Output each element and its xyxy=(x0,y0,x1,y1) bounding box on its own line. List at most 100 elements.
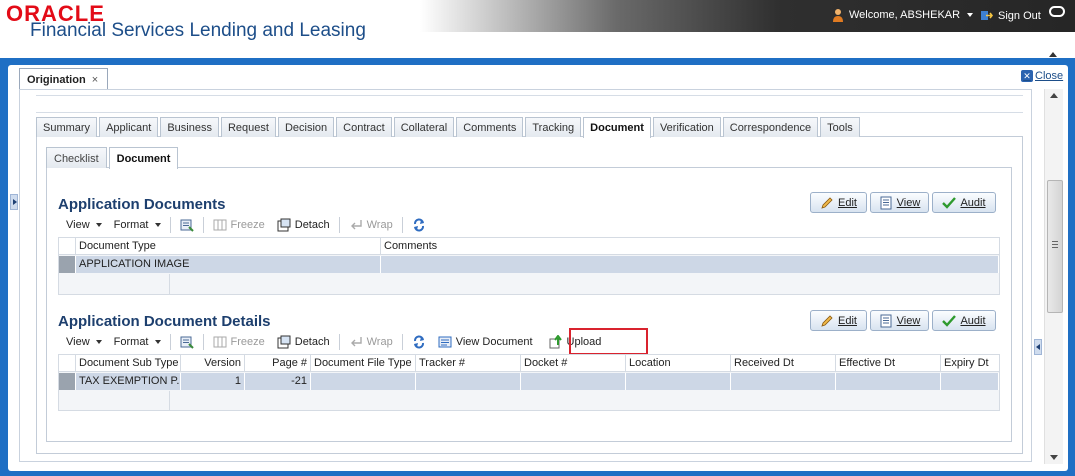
audit-label: Audit xyxy=(960,196,986,209)
frame-scroll-up-icon[interactable] xyxy=(1049,52,1057,57)
sign-out-link[interactable]: Sign Out xyxy=(980,9,1041,22)
header-selector xyxy=(59,355,76,371)
tab-correspondence[interactable]: Correspondence xyxy=(722,117,819,137)
query-by-example-button[interactable] xyxy=(174,335,200,349)
cell-expiry-dt xyxy=(941,373,999,390)
cell-document-file-type xyxy=(311,373,416,390)
cell-received-dt xyxy=(731,373,836,390)
tab-close-icon[interactable]: × xyxy=(92,74,98,86)
audit-button[interactable]: Audit xyxy=(932,192,996,213)
cell-location xyxy=(626,373,731,390)
row-selector[interactable] xyxy=(59,373,76,390)
toolbar-separator xyxy=(202,217,204,233)
tab-summary[interactable]: Summary xyxy=(36,117,98,137)
format-menu[interactable]: Format xyxy=(108,219,167,231)
chevron-down-icon xyxy=(154,340,161,344)
column-header[interactable]: Docket # xyxy=(521,355,626,372)
table-header: Document Sub Type Version Page # Documen… xyxy=(59,355,999,372)
tab-decision[interactable]: Decision xyxy=(277,117,335,137)
close-label: Close xyxy=(1035,70,1064,82)
chat-icon[interactable] xyxy=(1049,6,1065,17)
row-selector[interactable] xyxy=(59,256,76,273)
view-menu[interactable]: View xyxy=(60,336,108,348)
edit-button[interactable]: Edit xyxy=(810,310,867,331)
upload-highlight-box xyxy=(569,328,648,355)
view-button[interactable]: View xyxy=(870,310,929,331)
freeze-icon xyxy=(213,219,226,231)
tab-origination[interactable]: Origination × xyxy=(19,68,108,90)
document-view-icon xyxy=(880,314,892,327)
edit-label: Edit xyxy=(838,314,857,327)
table-row[interactable]: APPLICATION IMAGE xyxy=(59,256,999,273)
scroll-up-icon[interactable] xyxy=(1050,93,1058,98)
column-header[interactable]: Received Dt xyxy=(731,355,836,372)
freeze-button[interactable]: Freeze xyxy=(207,218,271,232)
tab-contract[interactable]: Contract xyxy=(336,117,392,137)
cell-docket xyxy=(521,373,626,390)
refresh-button[interactable] xyxy=(406,335,432,349)
edit-button[interactable]: Edit xyxy=(810,192,867,213)
user-icon xyxy=(833,9,843,22)
close-button[interactable]: ✕ Close xyxy=(1021,70,1063,82)
column-header[interactable]: Effective Dt xyxy=(836,355,941,372)
subtab-checklist[interactable]: Checklist xyxy=(46,147,107,168)
right-panel-toggle[interactable] xyxy=(1034,339,1042,355)
detach-button[interactable]: Detach xyxy=(271,335,336,349)
tab-applicant[interactable]: Applicant xyxy=(99,117,159,137)
view-menu[interactable]: View xyxy=(60,219,108,231)
column-header[interactable]: Page # xyxy=(245,355,311,372)
view-document-button[interactable]: View Document xyxy=(432,335,539,349)
tab-business[interactable]: Business xyxy=(160,117,219,137)
wrap-label: Wrap xyxy=(366,336,393,348)
refresh-icon xyxy=(413,218,424,232)
header-gradient xyxy=(420,0,1075,32)
view-label: View xyxy=(896,196,921,209)
edit-label: Edit xyxy=(838,196,857,209)
wrap-icon xyxy=(350,220,362,230)
freeze-button[interactable]: Freeze xyxy=(207,335,271,349)
column-header[interactable]: Document Sub Type xyxy=(76,355,181,372)
divider xyxy=(36,112,1023,113)
tab-comments[interactable]: Comments xyxy=(456,117,524,137)
tab-document[interactable]: Document xyxy=(583,117,651,138)
query-by-example-button[interactable] xyxy=(174,218,200,232)
tab-tracking[interactable]: Tracking xyxy=(525,117,582,137)
checkmark-icon xyxy=(942,196,957,209)
column-header[interactable]: Expiry Dt xyxy=(941,355,999,372)
column-header[interactable]: Version xyxy=(181,355,245,372)
column-header[interactable]: Tracker # xyxy=(416,355,521,372)
column-header[interactable]: Location xyxy=(626,355,731,372)
table-row[interactable]: TAX EXEMPTION P... 1 -21 xyxy=(59,373,999,390)
wrap-label: Wrap xyxy=(366,219,393,231)
tab-collateral[interactable]: Collateral xyxy=(393,117,455,137)
audit-label: Audit xyxy=(960,314,986,327)
audit-button[interactable]: Audit xyxy=(932,310,996,331)
left-panel-toggle[interactable] xyxy=(10,194,18,210)
wrap-button[interactable]: Wrap xyxy=(343,335,399,349)
filter-icon xyxy=(180,336,194,349)
tab-verification[interactable]: Verification xyxy=(652,117,721,137)
detach-label: Detach xyxy=(294,336,330,348)
main-tab-bar: Summary Applicant Business Request Decis… xyxy=(36,117,860,138)
subtab-document[interactable]: Document xyxy=(108,147,179,169)
refresh-button[interactable] xyxy=(406,218,432,232)
scroll-down-icon[interactable] xyxy=(1050,455,1058,460)
tab-tools[interactable]: Tools xyxy=(820,117,860,137)
freeze-label: Freeze xyxy=(230,336,265,348)
user-menu[interactable]: Welcome, ABSHEKAR xyxy=(832,8,974,22)
view-button[interactable]: View xyxy=(870,192,929,213)
welcome-text: Welcome, ABSHEKAR xyxy=(849,9,961,21)
cell-page-number: -21 xyxy=(245,373,311,390)
column-divider xyxy=(169,391,170,410)
wrap-button[interactable]: Wrap xyxy=(343,218,399,232)
toolbar-application-documents: View Format Freeze Detach Wrap xyxy=(60,214,432,236)
toolbar-separator xyxy=(338,334,340,350)
document-view-icon xyxy=(438,336,452,348)
column-header[interactable]: Document File Type xyxy=(311,355,416,372)
format-menu[interactable]: Format xyxy=(108,336,167,348)
column-header[interactable]: Document Type xyxy=(76,238,381,255)
detach-button[interactable]: Detach xyxy=(271,218,336,232)
column-header[interactable]: Comments xyxy=(381,238,999,255)
tab-request[interactable]: Request xyxy=(220,117,276,137)
view-menu-label: View xyxy=(66,219,90,231)
